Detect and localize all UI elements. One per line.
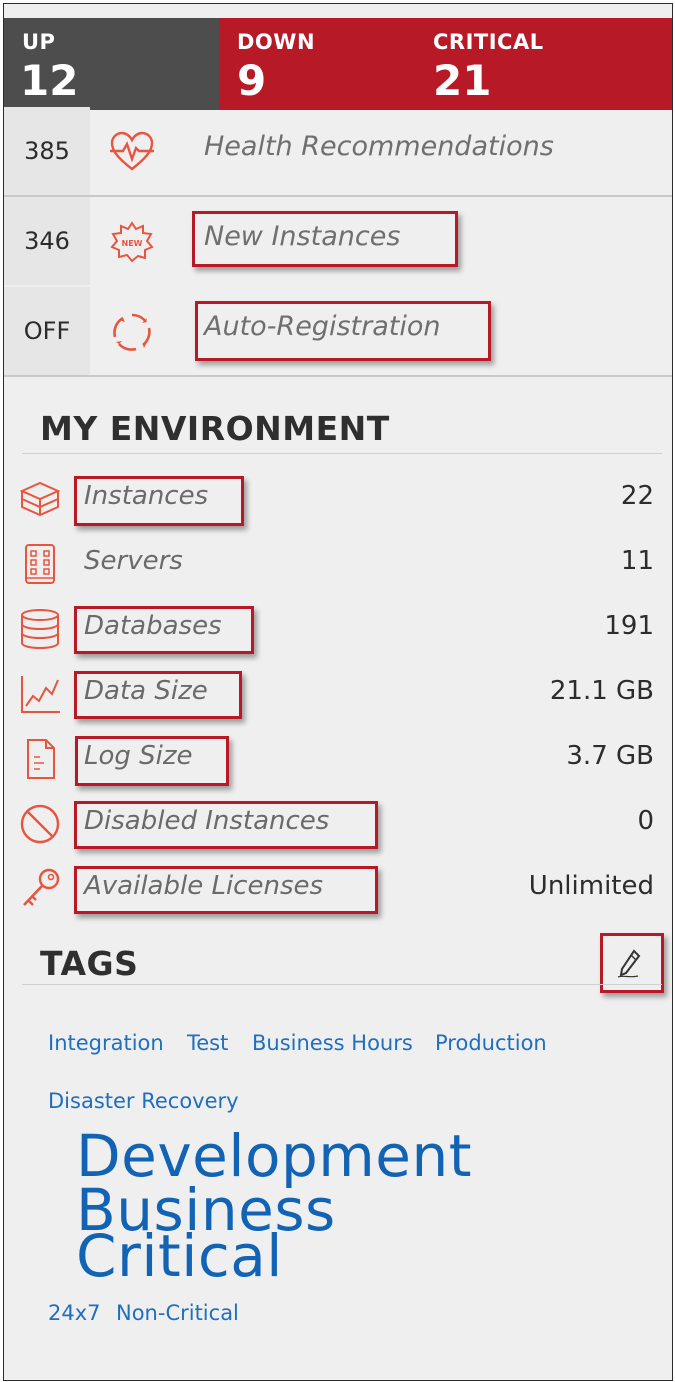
env-label-log-size: Log Size bbox=[84, 741, 193, 771]
tag-test[interactable]: Test bbox=[187, 1031, 228, 1055]
tag-integration[interactable]: Integration bbox=[48, 1031, 164, 1055]
env-row-log-size[interactable]: Log Size 3.7 GB bbox=[4, 729, 672, 787]
env-value-instances: 22 bbox=[620, 481, 654, 511]
tag-24x7[interactable]: 24x7 bbox=[48, 1301, 101, 1325]
new-instances-label: New Instances bbox=[204, 221, 401, 252]
tag-disaster-recovery[interactable]: Disaster Recovery bbox=[48, 1089, 239, 1113]
my-environment-title: MY ENVIRONMENT bbox=[40, 409, 390, 448]
new-instances-count: 346 bbox=[4, 197, 90, 285]
tag-production[interactable]: Production bbox=[435, 1031, 547, 1055]
env-row-servers[interactable]: Servers 11 bbox=[4, 534, 672, 592]
env-label-servers: Servers bbox=[84, 546, 183, 576]
edit-tags-button[interactable] bbox=[614, 947, 644, 981]
health-recommendations-row[interactable]: 385 Health Recommendations bbox=[4, 107, 672, 195]
status-up-label: UP bbox=[22, 30, 56, 54]
health-recommendations-count: 385 bbox=[4, 107, 90, 195]
env-row-instances[interactable]: Instances 22 bbox=[4, 469, 672, 527]
section-divider bbox=[22, 453, 662, 454]
tag-non-critical[interactable]: Non-Critical bbox=[116, 1301, 239, 1325]
health-recommendations-label: Health Recommendations bbox=[204, 131, 554, 162]
log-file-icon bbox=[27, 739, 55, 779]
pencil-icon bbox=[617, 949, 641, 978]
new-badge-icon: NEW bbox=[110, 221, 154, 263]
chart-line-icon bbox=[21, 676, 60, 713]
env-row-data-size[interactable]: Data Size 21.1 GB bbox=[4, 664, 672, 722]
env-value-disabled-instances: 0 bbox=[637, 806, 654, 836]
tag-business-hours[interactable]: Business Hours bbox=[252, 1031, 413, 1055]
env-value-databases: 191 bbox=[604, 611, 654, 641]
status-critical-count: 21 bbox=[433, 56, 492, 105]
env-value-servers: 11 bbox=[620, 546, 654, 576]
heartbeat-icon bbox=[110, 131, 154, 171]
status-down-count: 9 bbox=[237, 56, 267, 105]
status-up-count: 12 bbox=[20, 56, 79, 105]
disabled-icon bbox=[20, 804, 60, 844]
env-value-data-size: 21.1 GB bbox=[549, 676, 654, 706]
status-up-tile[interactable]: UP 12 bbox=[4, 18, 219, 110]
env-label-data-size: Data Size bbox=[84, 676, 208, 706]
instances-icon bbox=[19, 481, 61, 517]
key-icon bbox=[23, 868, 60, 906]
auto-registration-status: OFF bbox=[4, 287, 90, 375]
status-bar: UP 12 DOWN 9 CRITICAL 21 bbox=[4, 18, 672, 110]
env-value-log-size: 3.7 GB bbox=[566, 741, 654, 771]
auto-registration-row[interactable]: OFF Auto-Registration bbox=[4, 287, 672, 375]
section-divider bbox=[22, 984, 662, 985]
status-down-label: DOWN bbox=[237, 30, 316, 54]
env-label-databases: Databases bbox=[84, 611, 222, 641]
tag-critical[interactable]: Critical bbox=[76, 1222, 283, 1290]
env-value-available-licenses: Unlimited bbox=[528, 871, 654, 901]
database-icon bbox=[21, 609, 59, 650]
env-label-instances: Instances bbox=[84, 481, 209, 511]
svg-text:NEW: NEW bbox=[122, 239, 143, 248]
env-label-disabled-instances: Disabled Instances bbox=[84, 806, 330, 836]
dashboard-panel: UP 12 DOWN 9 CRITICAL 21 385 Health Reco… bbox=[3, 3, 673, 1381]
refresh-cycle-icon bbox=[113, 313, 151, 351]
env-label-available-licenses: Available Licenses bbox=[84, 871, 324, 901]
auto-registration-label: Auto-Registration bbox=[204, 311, 441, 342]
status-critical-label: CRITICAL bbox=[433, 30, 544, 54]
status-red-area: DOWN 9 CRITICAL 21 bbox=[219, 18, 672, 110]
tags-title: TAGS bbox=[40, 944, 139, 983]
server-icon bbox=[25, 544, 55, 584]
status-critical-tile[interactable]: CRITICAL 21 bbox=[419, 18, 672, 110]
env-row-databases[interactable]: Databases 191 bbox=[4, 599, 672, 657]
divider bbox=[4, 375, 672, 377]
new-instances-row[interactable]: 346 NEW New Instances bbox=[4, 197, 672, 285]
env-row-available-licenses[interactable]: Available Licenses Unlimited bbox=[4, 859, 672, 917]
status-down-tile[interactable]: DOWN 9 bbox=[219, 18, 419, 110]
env-row-disabled-instances[interactable]: Disabled Instances 0 bbox=[4, 794, 672, 852]
